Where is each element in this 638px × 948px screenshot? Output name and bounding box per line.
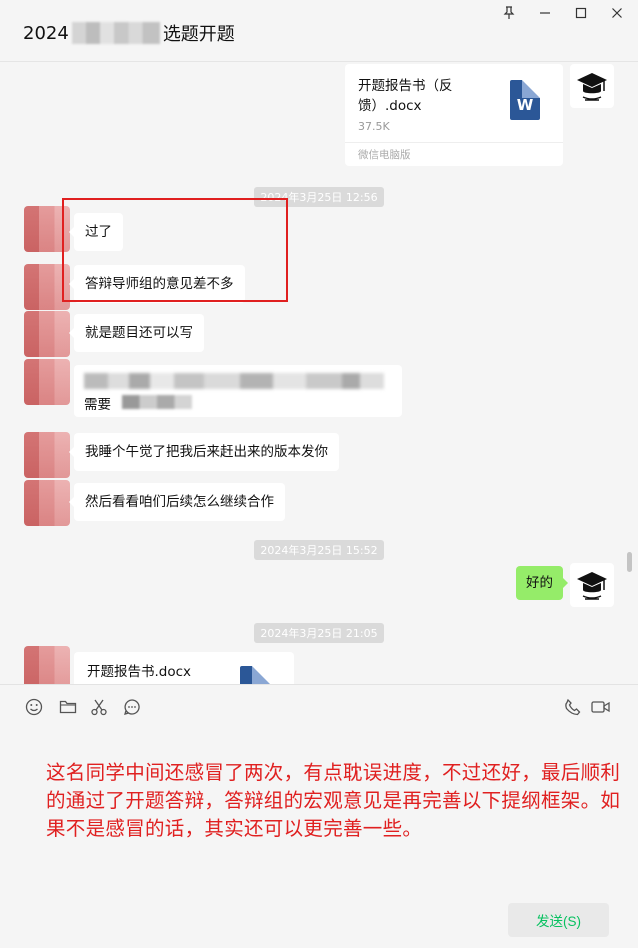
file-source: 微信电脑版 [345,142,563,166]
chat-title: 2024 选题开题 [23,20,235,46]
timestamp: 2024年3月25日 21:05 [0,622,638,643]
message-input[interactable]: 这名同学中间还感冒了两次，有点耽误进度，不过还好，最后顺利的通过了开题答辩，答辩… [46,759,621,843]
chat-title-prefix: 2024 [23,22,69,44]
self-avatar[interactable] [570,563,614,607]
send-button[interactable]: 发送(S) [508,903,609,937]
word-doc-icon: W [510,80,540,120]
chat-history-icon[interactable] [122,697,142,717]
blurred-title-segment [71,22,160,44]
message-visible-text: 需要 [84,397,111,413]
blurred-text [84,373,384,389]
emoji-icon[interactable] [24,697,44,717]
title-bar: 2024 选题开题 [0,0,638,62]
graduation-cap-icon [577,572,607,600]
chat-title-suffix: 选题开题 [162,24,235,45]
self-avatar[interactable] [570,64,614,108]
highlight-annotation-box [62,198,288,302]
self-message-bubble[interactable]: 好的 [516,566,568,600]
file-message-card[interactable]: 开题报告书.docx W [74,652,294,684]
contact-avatar[interactable] [24,311,70,357]
message-bubble[interactable]: 我睡个午觉了把我后来赶出来的版本发你 [69,433,339,471]
file-size: 37.5K [358,120,390,133]
message-input-area[interactable]: 这名同学中间还感冒了两次，有点耽误进度，不过还好，最后顺利的通过了开题答辩，答辩… [0,726,638,948]
chat-area[interactable]: 开题报告书（反馈）.docx W 37.5K 微信电脑版 2024年3月25日 … [0,62,638,684]
phone-icon[interactable] [563,697,583,717]
word-doc-icon: W [240,666,270,684]
file-message-card[interactable]: 开题报告书（反馈）.docx W 37.5K 微信电脑版 [345,64,563,166]
contact-avatar[interactable] [24,432,70,478]
message-bubble[interactable]: 就是题目还可以写 [69,314,204,352]
contact-avatar[interactable] [24,646,70,684]
maximize-icon[interactable] [570,4,592,22]
input-toolbar [0,684,638,726]
file-name: 开题报告书.docx [87,664,192,680]
scissors-icon[interactable] [89,697,109,717]
file-name: 开题报告书（反馈）.docx [358,78,453,114]
window-controls [498,4,628,22]
message-bubble[interactable]: 然后看看咱们后续怎么继续合作 [69,483,285,521]
blurred-text [122,395,192,409]
graduation-cap-icon [577,73,607,101]
folder-icon[interactable] [58,697,78,717]
blurred-message-bubble[interactable]: 需要 [74,365,402,417]
timestamp: 2024年3月25日 15:52 [0,539,638,560]
video-icon[interactable] [591,697,611,717]
scrollbar-thumb[interactable] [627,552,632,572]
contact-avatar[interactable] [24,480,70,526]
pin-icon[interactable] [498,4,520,22]
minimize-icon[interactable] [534,4,556,22]
contact-avatar[interactable] [24,359,70,405]
close-icon[interactable] [606,4,628,22]
